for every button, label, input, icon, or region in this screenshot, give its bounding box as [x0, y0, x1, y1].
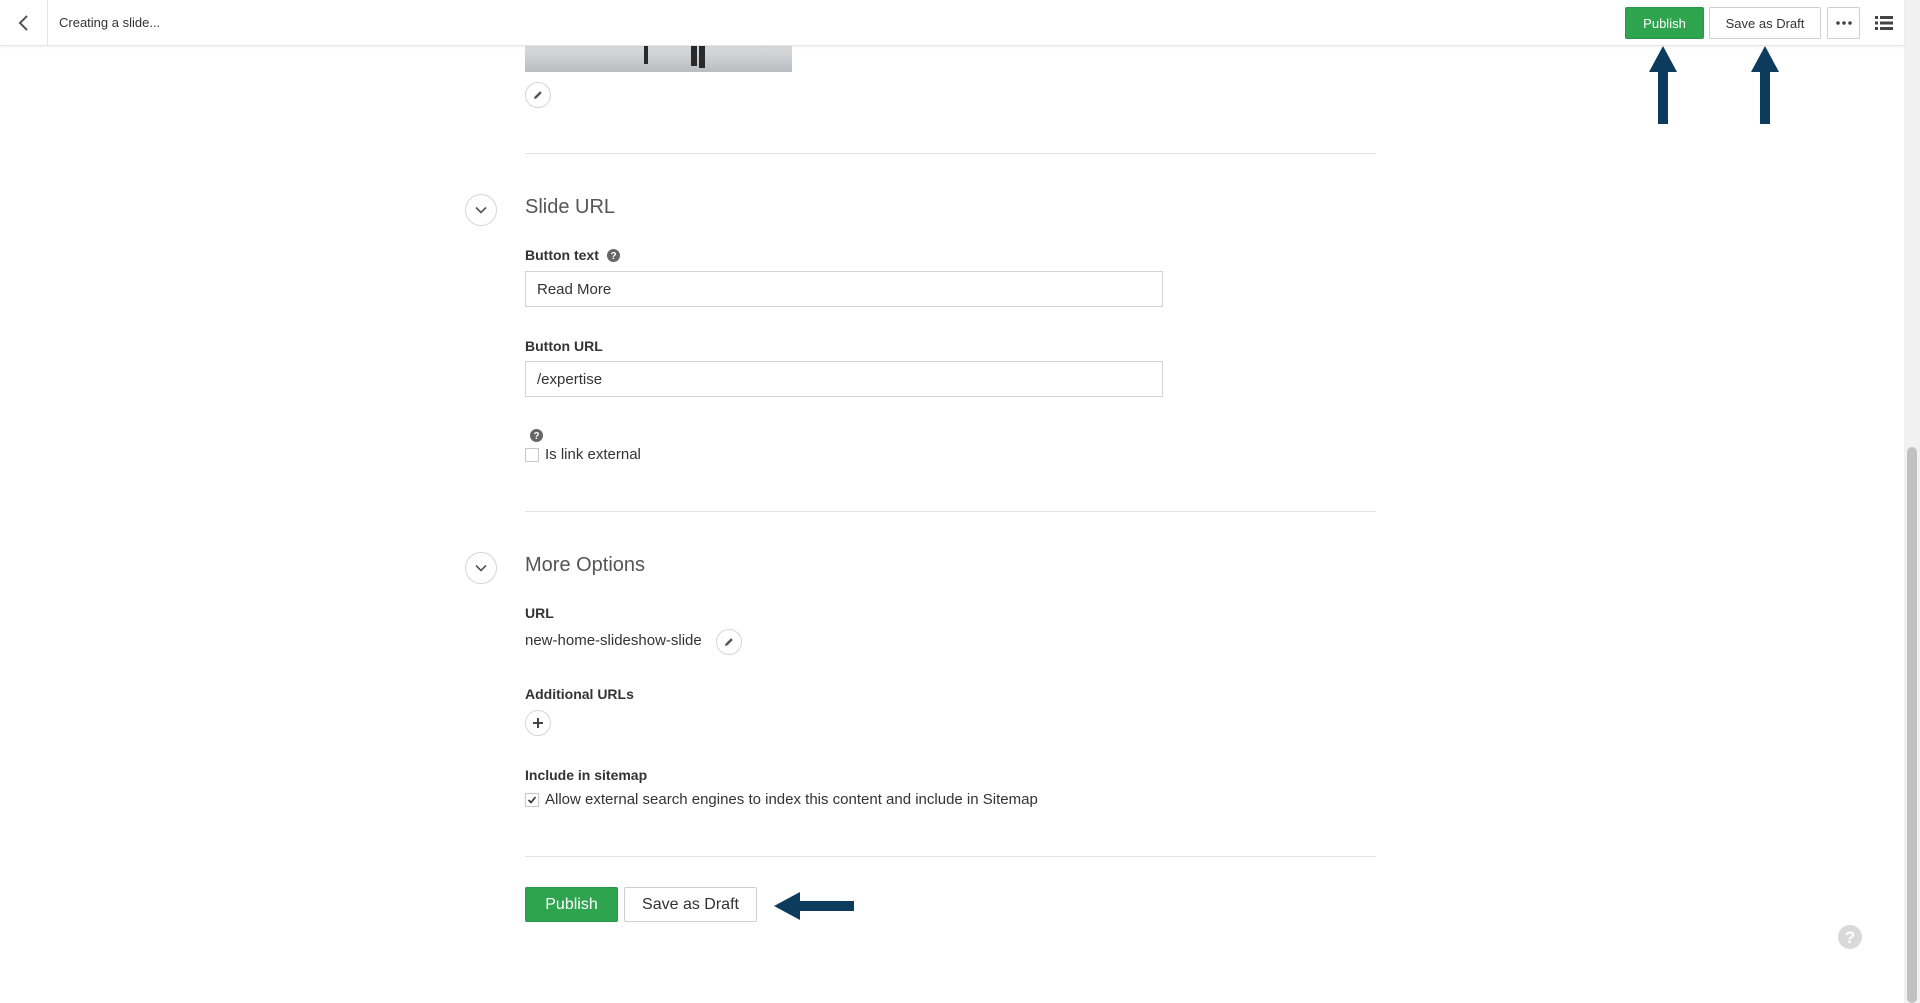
more-options-button[interactable]	[1827, 7, 1860, 39]
pencil-icon	[725, 638, 733, 646]
slide-url-collapse-button[interactable]	[465, 194, 497, 226]
help-button[interactable]: ?	[1838, 925, 1862, 954]
list-icon	[1875, 16, 1893, 30]
is-link-external-checkbox[interactable]	[525, 448, 539, 462]
edit-url-button[interactable]	[716, 629, 742, 655]
question-circle-icon[interactable]: ?	[606, 249, 620, 262]
section-divider	[525, 153, 1376, 154]
svg-text:?: ?	[533, 431, 539, 442]
bottom-publish-button[interactable]: Publish	[525, 887, 618, 922]
chevron-left-icon	[18, 15, 28, 31]
additional-urls-label: Additional URLs	[525, 686, 634, 702]
page-title: Creating a slide...	[59, 15, 161, 30]
add-url-button[interactable]	[525, 710, 551, 736]
checkmark-icon	[527, 796, 537, 804]
bottom-save-draft-button[interactable]: Save as Draft	[624, 887, 757, 922]
svg-text:?: ?	[1845, 928, 1855, 947]
top-save-draft-button[interactable]: Save as Draft	[1709, 7, 1821, 39]
button-text-label-text: Button text	[525, 247, 599, 263]
is-link-external-help[interactable]: ?	[530, 429, 543, 447]
button-url-input[interactable]: /expertise	[525, 361, 1163, 397]
more-options-collapse-button[interactable]	[465, 552, 497, 584]
more-options-title: More Options	[525, 554, 646, 576]
plus-icon	[533, 718, 543, 728]
question-circle-icon: ?	[1838, 925, 1862, 949]
scrollbar-thumb[interactable]	[1907, 447, 1917, 1003]
slide-url-title: Slide URL	[525, 196, 616, 218]
sitemap-checkbox-label: Allow external search engines to index t…	[545, 791, 1038, 808]
button-text-input[interactable]: Read More	[525, 271, 1163, 307]
top-publish-button[interactable]: Publish	[1625, 7, 1704, 39]
include-in-sitemap-label: Include in sitemap	[525, 767, 648, 783]
section-divider	[525, 511, 1376, 512]
url-label: URL	[525, 605, 554, 621]
section-divider	[525, 856, 1376, 857]
top-bar: Creating a slide... Publish Save as Draf…	[0, 0, 1904, 46]
edit-image-button[interactable]	[525, 82, 551, 108]
is-link-external-label: Is link external	[545, 446, 641, 463]
annotation-arrow-left-icon	[774, 892, 854, 920]
button-url-label: Button URL	[525, 338, 603, 354]
chevron-down-icon	[475, 564, 487, 572]
svg-text:?: ?	[610, 251, 616, 262]
back-button[interactable]	[0, 0, 48, 46]
question-circle-icon[interactable]: ?	[530, 429, 543, 442]
button-text-label: Button text ?	[525, 247, 620, 263]
annotation-arrow-up-icon	[1649, 46, 1677, 124]
annotation-arrow-up-icon	[1751, 46, 1779, 124]
url-value: new-home-slideshow-slide	[525, 632, 702, 649]
ellipsis-icon	[1835, 21, 1852, 25]
list-view-button[interactable]	[1872, 11, 1896, 35]
pencil-icon	[534, 91, 542, 99]
sitemap-checkbox[interactable]	[525, 793, 539, 807]
chevron-down-icon	[475, 206, 487, 214]
